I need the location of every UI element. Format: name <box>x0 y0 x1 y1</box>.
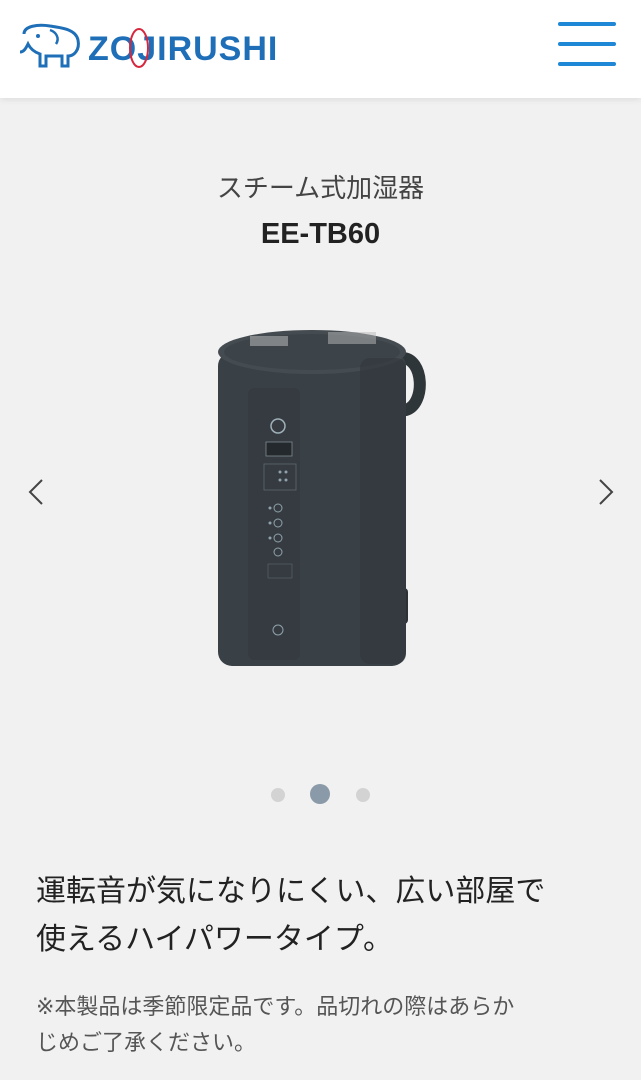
carousel-dot-2-active[interactable] <box>310 784 330 804</box>
tagline-line-1: 運転音が気になりにくい、広い部屋で <box>36 874 546 909</box>
seasonal-note: ※本製品は季節限定品です。品切れの際はあらか じめご了承ください。 <box>36 990 616 1062</box>
product-category: スチーム式加湿器 <box>216 174 425 204</box>
carousel-pagination <box>0 784 641 806</box>
carousel-dot-1[interactable] <box>271 788 285 802</box>
chevron-left-icon[interactable] <box>22 472 52 512</box>
note-line-2: じめご了承ください。 <box>36 1031 257 1056</box>
steam-humidifier-image <box>210 318 430 673</box>
product-image-carousel[interactable] <box>0 300 641 700</box>
elephant-logo-icon <box>19 23 80 68</box>
menu-bar-top <box>558 22 616 26</box>
brand-wordmark: ZOJIRUSHI <box>88 30 279 68</box>
carousel-dot-3[interactable] <box>356 788 370 802</box>
hamburger-menu-icon[interactable] <box>556 22 618 68</box>
zojirushi-logo[interactable]: ZOJIRUSHI <box>16 18 277 80</box>
menu-bar-middle <box>558 42 616 46</box>
menu-bar-bottom <box>558 62 616 66</box>
chevron-right-icon[interactable] <box>590 472 620 512</box>
note-line-1: ※本製品は季節限定品です。品切れの際はあらか <box>36 995 515 1020</box>
logo-red-ring <box>129 28 149 68</box>
tagline-line-2: 使えるハイパワータイプ。 <box>36 922 393 957</box>
product-model: EE-TB60 <box>260 218 381 250</box>
site-header: ZOJIRUSHI <box>0 0 641 98</box>
product-tagline: 運転音が気になりにくい、広い部屋で 使えるハイパワータイプ。 <box>36 868 616 964</box>
